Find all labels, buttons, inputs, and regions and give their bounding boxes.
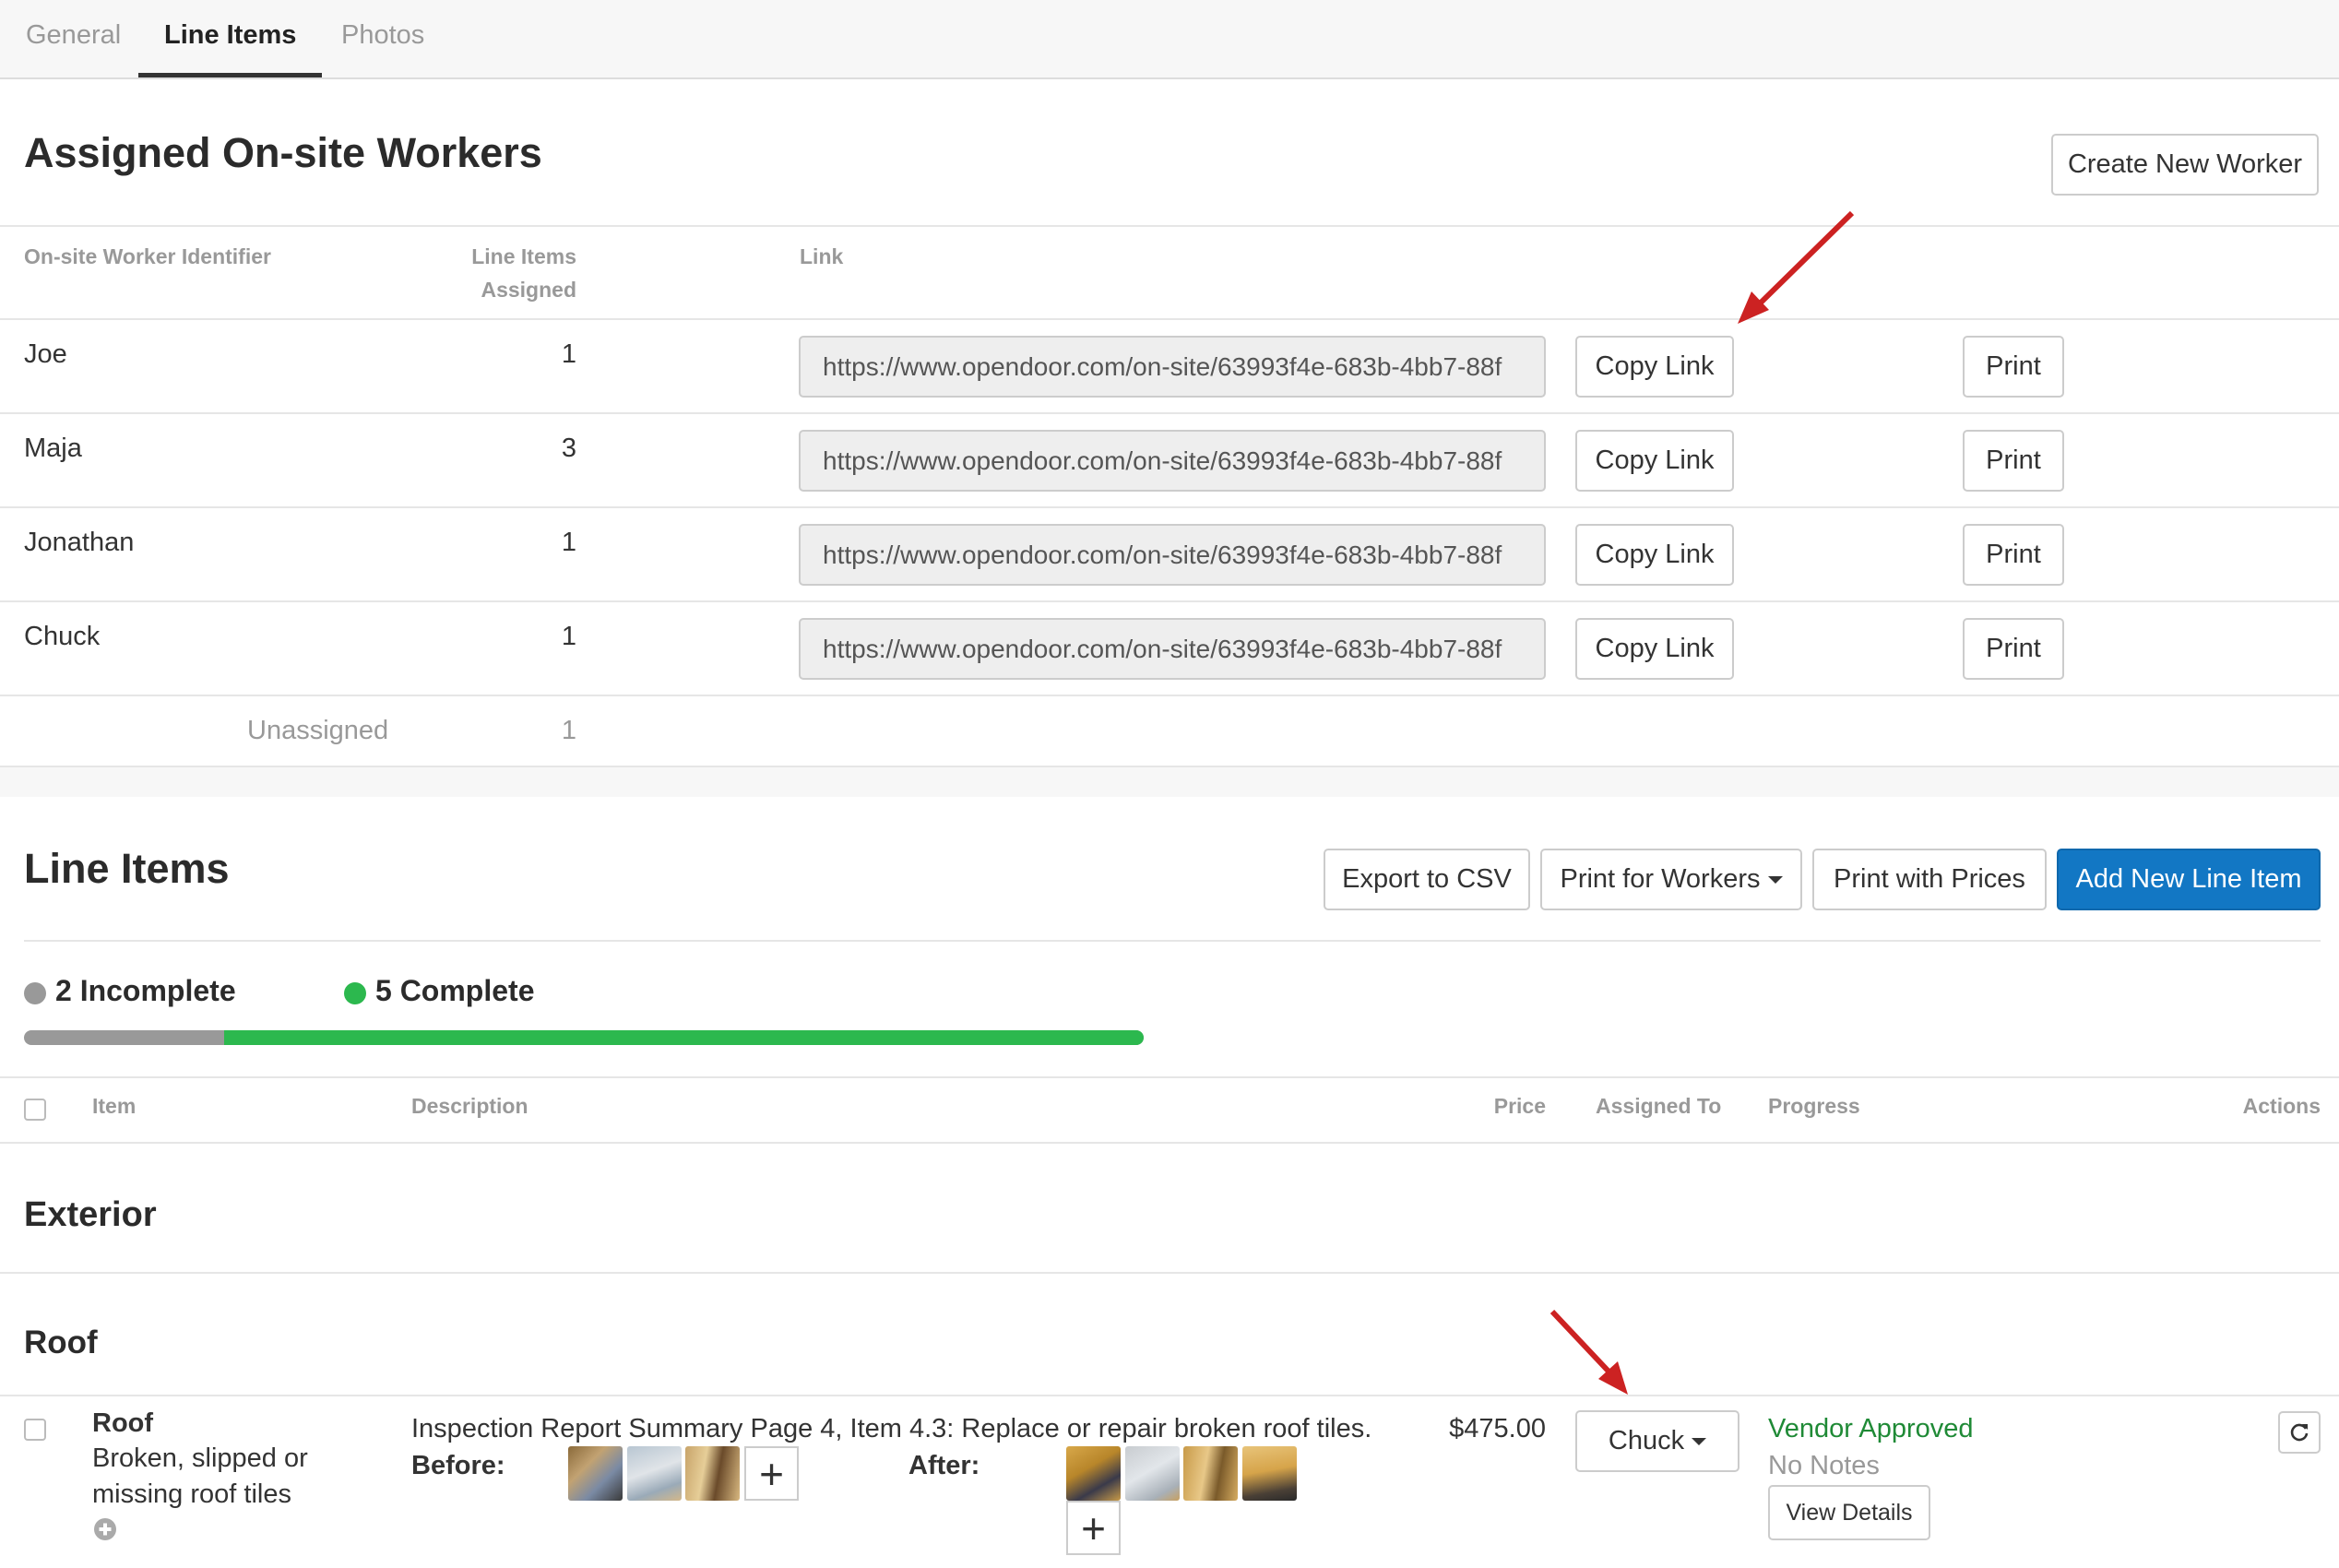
line-item-subtitle: Broken, slipped or xyxy=(92,1443,308,1473)
assignee-label: Chuck xyxy=(1608,1426,1685,1455)
print-button[interactable]: Print xyxy=(1963,618,2064,680)
divider xyxy=(0,506,2339,508)
subcategory-heading: Roof xyxy=(24,1324,98,1360)
divider xyxy=(0,1272,2339,1274)
divider xyxy=(0,412,2339,414)
print-button[interactable]: Print xyxy=(1963,430,2064,492)
caret-down-icon xyxy=(1767,875,1783,884)
worker-count: 1 xyxy=(561,622,576,651)
before-label: Before: xyxy=(411,1451,505,1480)
select-all-checkbox[interactable] xyxy=(24,1099,46,1121)
view-details-button[interactable]: View Details xyxy=(1768,1485,1930,1540)
unassigned-count: 1 xyxy=(561,716,576,745)
tab-general[interactable]: General xyxy=(0,20,147,77)
notes-text: No Notes xyxy=(1768,1451,1880,1480)
line-items-title: Line Items xyxy=(24,845,230,892)
complete-status: 5 Complete xyxy=(344,974,534,1008)
column-header-identifier: On-site Worker Identifier xyxy=(24,244,271,268)
divider xyxy=(0,225,2339,227)
annotation-arrow xyxy=(1549,1309,1615,1378)
complete-progress-fill xyxy=(224,1030,1144,1045)
worker-link-field[interactable]: https://www.opendoor.com/on-site/63993f4… xyxy=(799,430,1546,492)
worker-link-field[interactable]: https://www.opendoor.com/on-site/63993f4… xyxy=(799,524,1546,586)
tab-line-items[interactable]: Line Items xyxy=(138,20,323,77)
column-header-assigned-to: Assigned To xyxy=(1596,1094,1722,1118)
complete-dot-icon xyxy=(344,981,366,1004)
add-before-photo-button[interactable]: + xyxy=(744,1446,799,1501)
worker-link-field[interactable]: https://www.opendoor.com/on-site/63993f4… xyxy=(799,336,1546,398)
line-item-price: $475.00 xyxy=(1449,1414,1546,1443)
print-button[interactable]: Print xyxy=(1963,524,2064,586)
worker-link-field[interactable]: https://www.opendoor.com/on-site/63993f4… xyxy=(799,618,1546,680)
workers-title: Assigned On-site Workers xyxy=(24,129,542,176)
copy-link-button[interactable]: Copy Link xyxy=(1575,618,1734,680)
before-photo[interactable] xyxy=(685,1446,740,1501)
after-photo[interactable] xyxy=(1183,1446,1238,1501)
export-csv-button[interactable]: Export to CSV xyxy=(1324,849,1530,910)
worker-count: 3 xyxy=(561,434,576,463)
add-after-photo-button[interactable]: + xyxy=(1066,1501,1121,1555)
worker-count: 1 xyxy=(561,339,576,369)
line-item-subtitle: missing roof tiles xyxy=(92,1479,291,1509)
annotation-arrow xyxy=(1753,210,1855,310)
column-header-link: Link xyxy=(800,244,844,268)
worker-name: Jonathan xyxy=(24,528,135,557)
create-new-worker-button[interactable]: Create New Worker xyxy=(2051,134,2319,196)
worker-name: Chuck xyxy=(24,622,101,651)
before-photo[interactable] xyxy=(627,1446,682,1501)
worker-name: Joe xyxy=(24,339,67,369)
line-item-description: Inspection Report Summary Page 4, Item 4… xyxy=(411,1414,1372,1443)
annotation-arrow xyxy=(1598,1361,1628,1395)
print-for-workers-label: Print for Workers xyxy=(1560,864,1761,894)
worker-name: Maja xyxy=(24,434,82,463)
divider xyxy=(0,318,2339,320)
divider xyxy=(24,940,2321,942)
incomplete-status: 2 Incomplete xyxy=(24,974,236,1008)
line-item-checkbox[interactable] xyxy=(24,1419,46,1441)
copy-link-button[interactable]: Copy Link xyxy=(1575,336,1734,398)
unassigned-label: Unassigned xyxy=(247,716,389,745)
divider xyxy=(0,600,2339,602)
print-with-prices-button[interactable]: Print with Prices xyxy=(1812,849,2047,910)
column-header-item: Item xyxy=(92,1094,137,1118)
copy-link-button[interactable]: Copy Link xyxy=(1575,430,1734,492)
column-header-actions: Actions xyxy=(2242,1094,2321,1118)
incomplete-dot-icon xyxy=(24,981,46,1004)
assignee-dropdown[interactable]: Chuck xyxy=(1575,1410,1739,1472)
refresh-button[interactable] xyxy=(2278,1411,2321,1454)
print-button[interactable]: Print xyxy=(1963,336,2064,398)
divider xyxy=(0,695,2339,696)
complete-label: 5 Complete xyxy=(375,974,535,1007)
progress-status: Vendor Approved xyxy=(1768,1414,1974,1443)
section-separator xyxy=(0,766,2339,797)
add-new-line-item-button[interactable]: Add New Line Item xyxy=(2057,849,2321,910)
divider xyxy=(0,1076,2339,1078)
before-photo[interactable] xyxy=(568,1446,623,1501)
tab-bar: General Line Items Photos xyxy=(0,0,2339,79)
after-label: After: xyxy=(908,1451,980,1480)
column-header-description: Description xyxy=(411,1094,528,1118)
refresh-icon xyxy=(2290,1423,2309,1442)
column-header-progress: Progress xyxy=(1768,1094,1860,1118)
caret-down-icon xyxy=(1692,1437,1707,1445)
divider xyxy=(0,1142,2339,1144)
tab-photos[interactable]: Photos xyxy=(315,20,450,77)
worker-count: 1 xyxy=(561,528,576,557)
copy-link-button[interactable]: Copy Link xyxy=(1575,524,1734,586)
divider xyxy=(0,1395,2339,1396)
completion-progress-bar xyxy=(24,1030,1144,1045)
line-item-name: Roof xyxy=(92,1408,154,1438)
incomplete-label: 2 Incomplete xyxy=(55,974,236,1007)
column-header-assigned: Line Items Assigned xyxy=(471,244,576,302)
column-header-price: Price xyxy=(1493,1094,1546,1118)
plus-circle-icon[interactable] xyxy=(93,1517,117,1541)
after-photo[interactable] xyxy=(1242,1446,1297,1501)
after-photo[interactable] xyxy=(1125,1446,1180,1501)
print-for-workers-button[interactable]: Print for Workers xyxy=(1540,849,1802,910)
category-heading: Exterior xyxy=(24,1195,157,1234)
after-photo[interactable] xyxy=(1066,1446,1121,1501)
